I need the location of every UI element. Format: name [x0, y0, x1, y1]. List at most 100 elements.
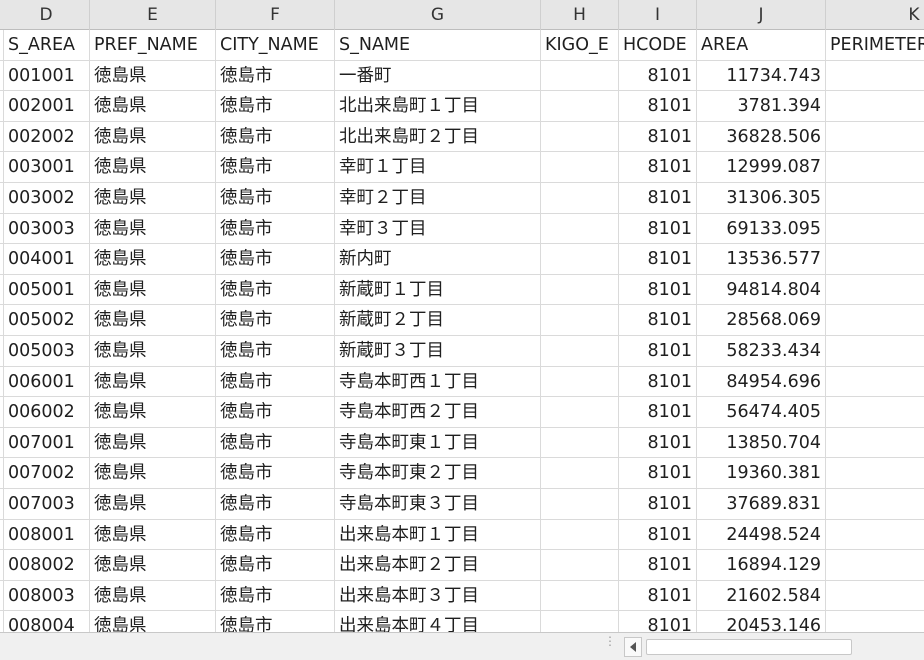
table-cell[interactable]: 徳島市	[216, 213, 335, 244]
column-header-d[interactable]: D	[3, 0, 90, 30]
table-cell[interactable]	[541, 152, 619, 182]
table-cell[interactable]: 徳島市	[216, 274, 335, 305]
table-cell[interactable]: 21602.584	[697, 580, 826, 611]
table-cell[interactable]	[541, 458, 619, 488]
table-cell[interactable]: 590.06	[826, 550, 924, 580]
column-header-e[interactable]: E	[90, 0, 216, 30]
table-cell[interactable]: 8101	[619, 519, 697, 550]
table-cell[interactable]: 徳島県	[90, 427, 216, 458]
table-cell[interactable]: 徳島市	[216, 305, 335, 335]
table-cell[interactable]	[541, 488, 619, 519]
table-cell[interactable]: 1861.04	[826, 275, 924, 305]
table-cell[interactable]	[541, 611, 619, 632]
table-cell[interactable]: 36828.506	[697, 121, 826, 152]
column-header-h[interactable]: H	[541, 0, 619, 30]
table-cell[interactable]: 徳島県	[90, 305, 216, 335]
table-cell[interactable]: 58233.434	[697, 335, 826, 366]
table-cell[interactable]: 003003	[3, 213, 90, 244]
table-cell[interactable]: 徳島県	[90, 458, 216, 488]
table-cell[interactable]: 新内町	[335, 244, 541, 274]
table-cell[interactable]: 1039.39	[826, 336, 924, 366]
table-cell[interactable]: 8101	[619, 121, 697, 152]
table-cell[interactable]: 20453.146	[697, 611, 826, 632]
table-cell[interactable]: 001001	[3, 60, 90, 91]
table-cell[interactable]: 新蔵町３丁目	[335, 335, 541, 366]
table-cell[interactable]: 8101	[619, 611, 697, 632]
table-cell[interactable]: 56474.405	[697, 397, 826, 427]
table-cell[interactable]: 出来島本町４丁目	[335, 611, 541, 632]
column-header-k[interactable]: K	[826, 0, 924, 30]
table-cell[interactable]: 8101	[619, 305, 697, 335]
table-cell[interactable]: 004001	[3, 244, 90, 274]
table-cell[interactable]: 徳島市	[216, 488, 335, 519]
table-cell[interactable]: 8101	[619, 366, 697, 397]
table-cell[interactable]	[541, 305, 619, 335]
table-cell[interactable]: 1290.78	[826, 367, 924, 397]
field-header-cell[interactable]: KIGO_E	[541, 30, 619, 60]
table-cell[interactable]: 31306.305	[697, 182, 826, 213]
table-cell[interactable]: 徳島市	[216, 397, 335, 427]
table-cell[interactable]: 537.09	[826, 152, 924, 182]
table-cell[interactable]: 13850.704	[697, 427, 826, 458]
table-cell[interactable]: 11734.743	[697, 60, 826, 91]
table-cell[interactable]: 徳島市	[216, 611, 335, 632]
table-cell[interactable]: 8101	[619, 427, 697, 458]
table-cell[interactable]	[541, 427, 619, 458]
table-cell[interactable]: 8101	[619, 335, 697, 366]
table-cell[interactable]	[541, 550, 619, 580]
table-cell[interactable]: 618.89	[826, 458, 924, 488]
table-cell[interactable]: 37689.831	[697, 488, 826, 519]
table-cell[interactable]: 寺島本町東１丁目	[335, 427, 541, 458]
column-header-g[interactable]: G	[335, 0, 541, 30]
table-cell[interactable]: 008004	[3, 611, 90, 632]
table-cell[interactable]: 1197.32	[826, 214, 924, 244]
table-cell[interactable]	[541, 60, 619, 91]
table-cell[interactable]: 徳島県	[90, 121, 216, 152]
table-cell[interactable]: 734.74	[826, 611, 924, 632]
table-cell[interactable]: 674.31	[826, 520, 924, 550]
table-cell[interactable]	[541, 519, 619, 550]
table-cell[interactable]: 489.78	[826, 61, 924, 91]
table-cell[interactable]: 003002	[3, 182, 90, 213]
column-header-j[interactable]: J	[697, 0, 826, 30]
table-cell[interactable]	[541, 244, 619, 274]
table-cell[interactable]: 002001	[3, 91, 90, 121]
scroll-thumb[interactable]	[646, 639, 852, 655]
table-cell[interactable]	[541, 274, 619, 305]
table-cell[interactable]: 徳島県	[90, 182, 216, 213]
table-cell[interactable]: 徳島市	[216, 335, 335, 366]
grip-dots-icon[interactable]: ⋮	[604, 635, 616, 655]
table-cell[interactable]: 84954.696	[697, 366, 826, 397]
table-cell[interactable]: 8101	[619, 458, 697, 488]
table-cell[interactable]: 徳島市	[216, 182, 335, 213]
table-cell[interactable]: 768.22	[826, 183, 924, 213]
table-cell[interactable]: 776.6	[826, 305, 924, 335]
table-cell[interactable]: 新蔵町１丁目	[335, 274, 541, 305]
table-cell[interactable]: 69133.095	[697, 213, 826, 244]
table-cell[interactable]: 徳島市	[216, 152, 335, 182]
table-cell[interactable]	[541, 397, 619, 427]
table-cell[interactable]: 新蔵町２丁目	[335, 305, 541, 335]
table-cell[interactable]: 8101	[619, 91, 697, 121]
field-header-cell[interactable]: PREF_NAME	[90, 30, 216, 60]
table-cell[interactable]: 633.88	[826, 581, 924, 611]
table-cell[interactable]: 008002	[3, 550, 90, 580]
table-cell[interactable]: 北出来島町２丁目	[335, 121, 541, 152]
table-cell[interactable]: 1161.16	[826, 122, 924, 152]
table-cell[interactable]: 917.10	[826, 489, 924, 519]
table-cell[interactable]: 徳島市	[216, 458, 335, 488]
table-cell[interactable]	[541, 121, 619, 152]
field-header-cell[interactable]: HCODE	[619, 30, 697, 60]
table-cell[interactable]: 出来島本町３丁目	[335, 580, 541, 611]
table-cell[interactable]: 16894.129	[697, 550, 826, 580]
table-cell[interactable]: 幸町１丁目	[335, 152, 541, 182]
table-cell[interactable]: 005003	[3, 335, 90, 366]
table-cell[interactable]: 徳島市	[216, 366, 335, 397]
table-cell[interactable]: 007003	[3, 488, 90, 519]
scroll-left-button[interactable]	[624, 637, 642, 657]
table-cell[interactable]: 248.67	[826, 91, 924, 121]
table-cell[interactable]: 8101	[619, 244, 697, 274]
table-cell[interactable]: 8101	[619, 274, 697, 305]
table-cell[interactable]: 3781.394	[697, 91, 826, 121]
table-cell[interactable]: 008001	[3, 519, 90, 550]
